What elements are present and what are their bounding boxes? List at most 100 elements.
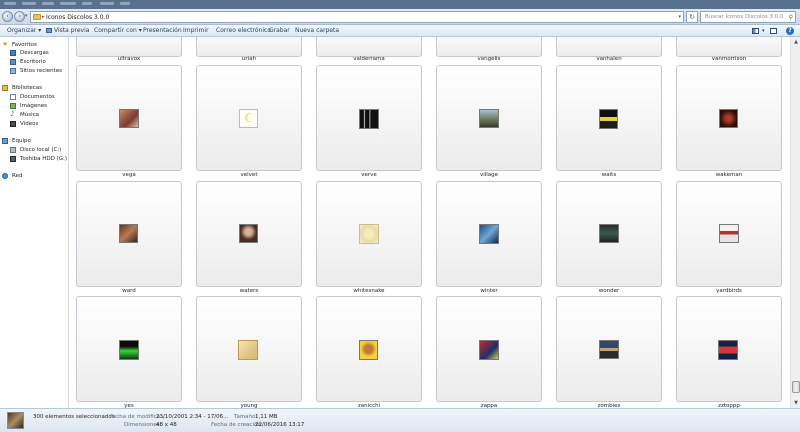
menu-item[interactable]: [42, 2, 54, 5]
back-button[interactable]: ‹: [2, 11, 13, 22]
search-placeholder: Buscar Iconos Discolos 3.0.0: [705, 14, 784, 20]
file-name[interactable]: vangelis: [429, 56, 549, 63]
file-name[interactable]: uriah: [189, 56, 309, 63]
scroll-down-icon[interactable]: ▼: [792, 399, 800, 407]
file-tile[interactable]: [76, 37, 182, 57]
file-tile[interactable]: [556, 37, 662, 57]
file-name[interactable]: waits: [549, 172, 669, 179]
album-cover-thumbnail[interactable]: [719, 109, 738, 128]
nav-videos[interactable]: Vídeos: [10, 120, 66, 128]
chevron-down-icon[interactable]: ▾: [678, 13, 681, 22]
nav-images[interactable]: Imágenes: [10, 102, 66, 110]
print-button[interactable]: Imprimir: [183, 25, 209, 37]
nav-recent[interactable]: Sitios recientes: [10, 67, 66, 75]
print-label: Imprimir: [183, 27, 209, 34]
nav-hdd[interactable]: Toshiba HDD (G:): [10, 155, 67, 163]
desktop-icon: [10, 59, 16, 65]
help-icon[interactable]: ?: [786, 27, 794, 35]
burn-button[interactable]: Grabar: [269, 25, 290, 37]
nav-music[interactable]: ♪ Música: [10, 111, 66, 119]
album-cover-thumbnail[interactable]: [119, 224, 138, 243]
email-button[interactable]: Correo electrónico: [216, 25, 271, 37]
forward-button[interactable]: ›: [14, 11, 25, 22]
album-cover-thumbnail[interactable]: [238, 340, 258, 360]
nav-label: Imágenes: [20, 103, 47, 109]
file-tile[interactable]: [196, 37, 302, 57]
file-tile[interactable]: [676, 37, 782, 57]
nav-favorites[interactable]: ★ Favoritos: [2, 41, 66, 49]
file-tile[interactable]: [316, 37, 422, 57]
organize-button[interactable]: Organizar ▾: [7, 25, 41, 37]
file-tile[interactable]: [436, 37, 542, 57]
nav-computer[interactable]: Equipo: [2, 137, 66, 145]
nav-network[interactable]: Red: [2, 172, 66, 180]
menu-item[interactable]: [100, 2, 114, 5]
burn-label: Grabar: [269, 27, 290, 34]
search-input[interactable]: Buscar Iconos Discolos 3.0.0 ⚲: [700, 11, 796, 23]
menu-item[interactable]: [60, 2, 76, 5]
file-name[interactable]: wonder: [549, 288, 669, 295]
album-cover-thumbnail[interactable]: [119, 109, 139, 128]
nav-downloads[interactable]: Descargas: [10, 49, 66, 57]
album-cover-thumbnail[interactable]: [359, 109, 379, 129]
slideshow-button[interactable]: Presentación: [143, 25, 182, 37]
menu-item[interactable]: [22, 2, 36, 5]
change-view-icon[interactable]: [752, 28, 759, 34]
scroll-up-icon[interactable]: ▲: [792, 38, 800, 46]
chevron-down-icon: ▾: [138, 27, 142, 34]
file-name[interactable]: verve: [309, 172, 429, 179]
album-cover-thumbnail[interactable]: [239, 224, 258, 243]
arrow-left-icon: ‹: [6, 12, 9, 20]
nav-documents[interactable]: Documentos: [10, 93, 66, 101]
file-name[interactable]: vanhalen: [549, 56, 669, 63]
file-name[interactable]: ultravox: [70, 56, 189, 63]
nav-desktop[interactable]: Escritorio: [10, 58, 66, 66]
file-name[interactable]: winter: [429, 288, 549, 295]
nav-label: Descargas: [20, 50, 49, 56]
menu-item[interactable]: [4, 2, 16, 5]
chevron-down-icon: ▾: [38, 27, 42, 34]
file-list: ultravox uriah valderrama vangelis vanha…: [70, 37, 790, 408]
file-name[interactable]: wakeman: [669, 172, 789, 179]
address-field[interactable]: ▸ Iconos Discolos 3.0.0 ▾: [30, 11, 684, 23]
file-name[interactable]: valderrama: [309, 56, 429, 63]
file-name[interactable]: waters: [189, 288, 309, 295]
share-label: Compartir con: [94, 27, 137, 34]
nav-libraries[interactable]: Bibliotecas: [2, 84, 66, 92]
file-name[interactable]: vanmorrison: [669, 56, 789, 63]
refresh-button[interactable]: ↻: [686, 11, 698, 23]
menu-item[interactable]: [82, 2, 92, 5]
images-icon: [10, 103, 16, 109]
file-name[interactable]: ward: [70, 288, 189, 295]
new-folder-button[interactable]: Nueva carpeta: [295, 25, 339, 37]
album-cover-thumbnail[interactable]: [479, 109, 499, 128]
album-cover-thumbnail[interactable]: [479, 224, 499, 244]
album-cover-thumbnail[interactable]: [599, 340, 619, 359]
album-cover-thumbnail[interactable]: [599, 109, 618, 129]
album-cover-thumbnail[interactable]: [479, 340, 499, 360]
nav-label: Sitios recientes: [20, 68, 63, 74]
vertical-scrollbar[interactable]: ▲ ▼: [790, 37, 800, 408]
album-cover-thumbnail[interactable]: [719, 224, 739, 243]
preview-pane-icon[interactable]: [770, 28, 777, 34]
address-path[interactable]: Iconos Discolos 3.0.0: [46, 13, 109, 22]
album-cover-thumbnail[interactable]: [599, 224, 619, 243]
menu-item[interactable]: [120, 2, 130, 5]
album-cover-thumbnail[interactable]: [718, 340, 738, 360]
file-name[interactable]: village: [429, 172, 549, 179]
refresh-icon: ↻: [689, 13, 695, 21]
scrollbar-thumb[interactable]: [792, 381, 800, 393]
preview-button[interactable]: Vista previa: [46, 25, 89, 37]
file-name[interactable]: vega: [70, 172, 189, 179]
album-cover-thumbnail[interactable]: [359, 224, 379, 244]
file-name[interactable]: whitesnake: [309, 288, 429, 295]
file-name[interactable]: velvet: [189, 172, 309, 179]
chevron-down-icon[interactable]: ▾: [762, 25, 765, 37]
album-cover-thumbnail[interactable]: [119, 340, 139, 360]
share-button[interactable]: Compartir con ▾: [94, 25, 142, 37]
album-cover-thumbnail[interactable]: [359, 340, 378, 360]
selection-thumbnail: [7, 412, 24, 429]
file-name[interactable]: yardbirds: [669, 288, 789, 295]
nav-local-disk[interactable]: Disco local (C:): [10, 146, 66, 154]
album-cover-thumbnail[interactable]: ☾: [239, 109, 258, 128]
